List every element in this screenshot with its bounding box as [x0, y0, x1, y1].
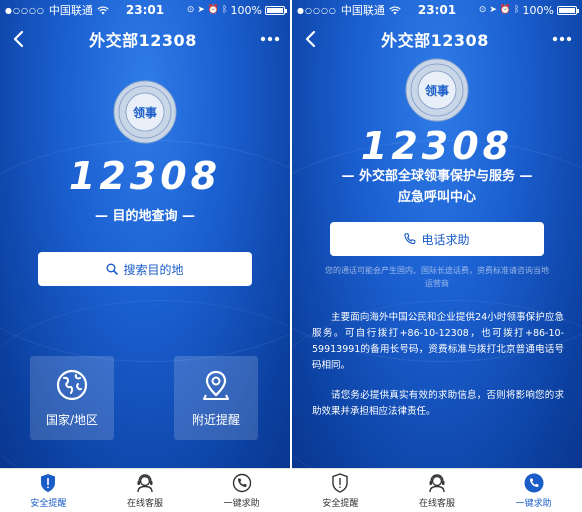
nav-bar: 外交部12308: [0, 20, 290, 58]
chevron-left-icon: [305, 30, 316, 48]
phone-icon: [524, 473, 544, 492]
battery-icon: [265, 5, 287, 15]
globe-icon: [56, 369, 88, 400]
country-region-tile[interactable]: 国家/地区: [30, 356, 114, 440]
page-title: 外交部12308: [381, 31, 489, 50]
tab-safety-alert[interactable]: 安全提醒: [292, 469, 389, 512]
carrier-label: 中国联通: [340, 4, 385, 17]
status-bar: ●○○○○ 中国联通 23:01 ⊙ ➤ ⏰ ᛒ 100%: [292, 0, 582, 20]
location-arrow-icon: ➤: [489, 5, 497, 15]
search-icon: [106, 263, 119, 275]
bluetooth-icon: ᛒ: [514, 5, 520, 15]
battery-label: 100%: [522, 3, 554, 17]
lock-rotation-icon: ⊙: [478, 5, 487, 15]
alarm-icon: ⏰: [499, 5, 512, 15]
status-bar: ●○○○○ 中国联通 23:01 ⊙ ➤ ⏰ ᛒ 100%: [0, 0, 290, 20]
more-button[interactable]: [250, 20, 290, 58]
alarm-icon: ⏰: [207, 5, 220, 15]
phone-help-label: 电话求助: [421, 232, 470, 247]
nav-bar: 外交部12308: [292, 20, 582, 58]
battery-icon: [557, 5, 579, 15]
shield-alert-icon: [41, 473, 56, 492]
emblem-char: 领事: [132, 105, 157, 120]
nearby-alert-label: 附近提醒: [191, 412, 240, 427]
page-title: 外交部12308: [89, 31, 197, 50]
blue-background: ●○○○○ 中国联通 23:01 ⊙ ➤ ⏰ ᛒ 100% 外交部12308 领…: [0, 0, 290, 468]
emblem-char: 领事: [424, 83, 449, 98]
customer-service-icon: [137, 473, 153, 492]
customer-service-icon: [429, 473, 445, 492]
status-time: 23:01: [417, 3, 457, 17]
tab-bar: 安全提醒 在线客服 一键求助: [0, 468, 290, 512]
nearby-alert-tile[interactable]: 附近提醒: [174, 356, 258, 440]
section-subtitle: — 外交部全球领事保护与服务 —: [341, 169, 533, 184]
tab-label: 一键求助: [223, 498, 260, 509]
hotline-number: 12308: [360, 124, 514, 168]
lock-rotation-icon: ⊙: [186, 5, 195, 15]
more-dots-icon: [552, 36, 572, 42]
phone-help-button[interactable]: 电话求助: [330, 222, 544, 256]
battery-label: 100%: [230, 3, 262, 17]
more-dots-icon: [260, 36, 280, 42]
screen-emergency-call: ●○○○○ 中国联通 23:01 ⊙ ➤ ⏰ ᛒ 100% 外交部12308 领…: [292, 0, 582, 512]
tab-one-key-help[interactable]: 一键求助: [193, 469, 290, 512]
tab-label: 一键求助: [515, 498, 552, 509]
consular-emblem: 领事: [405, 58, 469, 122]
tab-label: 在线客服: [127, 498, 164, 509]
tab-label: 安全提醒: [322, 498, 359, 509]
section-subtitle: — 目的地查询 —: [94, 209, 196, 224]
authenticity-warning: 请您务必提供真实有效的求助信息，否则将影响您的求助效果并承担相应法律责任。: [312, 390, 564, 417]
consular-emblem: 领事: [113, 80, 177, 144]
location-pin-icon: [203, 370, 229, 400]
wifi-icon: [97, 5, 109, 14]
call-fee-note: 您的通话可能会产生国内、国际长途话费，资费标准请咨询当地运营商: [325, 266, 549, 288]
country-region-label: 国家/地区: [45, 412, 99, 427]
screen-destination-query: ●○○○○ 中国联通 23:01 ⊙ ➤ ⏰ ᛒ 100% 外交部12308 领…: [0, 0, 290, 512]
chevron-left-icon: [13, 30, 24, 48]
signal-icon: ●○○○○: [5, 5, 45, 15]
tab-safety-alert[interactable]: 安全提醒: [0, 469, 97, 512]
back-button[interactable]: [292, 20, 328, 58]
tab-online-service[interactable]: 在线客服: [389, 469, 486, 512]
hotline-number: 12308: [68, 154, 222, 198]
section-subtitle-2: 应急呼叫中心: [397, 190, 476, 205]
tab-bar: 安全提醒 在线客服 一键求助: [292, 468, 582, 512]
carrier-label: 中国联通: [48, 4, 93, 17]
bluetooth-icon: ᛒ: [222, 5, 228, 15]
phone-icon: [232, 473, 251, 492]
tab-one-key-help[interactable]: 一键求助: [485, 469, 582, 512]
search-destination-label: 搜索目的地: [123, 262, 184, 277]
back-button[interactable]: [0, 20, 36, 58]
status-time: 23:01: [125, 3, 165, 17]
signal-icon: ●○○○○: [297, 5, 337, 15]
service-description: 主要面向海外中国公民和企业提供24小时领事保护应急服务。可自行拨打+86-10-…: [312, 312, 564, 371]
tab-label: 在线客服: [419, 498, 456, 509]
more-button[interactable]: [542, 20, 582, 58]
wifi-icon: [389, 5, 401, 14]
phone-icon: [404, 233, 416, 245]
tab-label: 安全提醒: [30, 498, 67, 509]
blue-background: ●○○○○ 中国联通 23:01 ⊙ ➤ ⏰ ᛒ 100% 外交部12308 领…: [292, 0, 582, 468]
tab-online-service[interactable]: 在线客服: [97, 469, 194, 512]
shield-alert-icon: [332, 472, 349, 493]
search-destination-button[interactable]: 搜索目的地: [38, 252, 252, 286]
location-arrow-icon: ➤: [197, 5, 205, 15]
